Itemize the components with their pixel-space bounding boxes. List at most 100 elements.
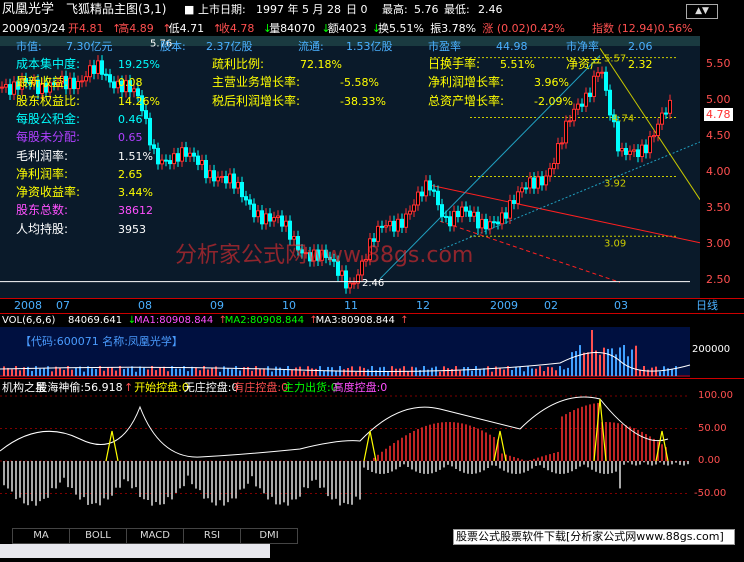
listing-label: 上市日期:: [198, 3, 246, 16]
date-label: 2009: [490, 299, 518, 312]
date-label: 07: [56, 299, 70, 312]
info-value: 2.37亿股: [206, 40, 253, 53]
info-row-key: 每股公积金:: [16, 111, 81, 126]
indicator-svg: [0, 395, 690, 506]
info-row-key: 股东总数:: [16, 203, 69, 218]
ad-banner[interactable]: 股票公式股票软件下载[分析家公式网www.88gs.com]: [453, 529, 735, 545]
date-label: 11: [344, 299, 358, 312]
quote-item: 量84070: [269, 22, 316, 35]
tab-ma[interactable]: MA: [12, 528, 70, 544]
stock-chart-window: 凤凰光学 飞狐精品主图(3,1) ■ 上市日期: 1997 年 5 月 28 日…: [0, 0, 744, 562]
info-mid-value: 72.18%: [300, 58, 342, 71]
low-label: 最低:: [444, 3, 470, 16]
info-row-key: 每股未分配:: [16, 130, 81, 145]
code-label: 【代码:600071 名称:凤凰光学】: [20, 335, 183, 348]
template-name[interactable]: 飞狐精品主图(3,1): [66, 3, 166, 16]
quote-item: 低4.71: [168, 22, 205, 35]
listing-day: 日 0: [346, 3, 368, 16]
volume-title-item: MA3:80908.844: [315, 315, 395, 326]
netasset-value: 2.32: [628, 58, 653, 71]
price-tick: 3.50: [706, 200, 731, 214]
price-tick: 3.00: [706, 236, 731, 250]
indicator-spike-yellow: [493, 430, 507, 462]
indicator-spike-yellow: [105, 430, 119, 462]
indicator-panel[interactable]: 机构之星 股海神偷:56.918 ↑ 开始控盘:0 无庄控盘:0 有庄控盘:0 主力出货:0…: [0, 378, 744, 529]
info-row-value: 0.46: [118, 112, 143, 126]
indicator-tick: 50.00: [698, 422, 727, 434]
info-row-value: 0.08: [118, 76, 143, 90]
info-row-value: 3953: [118, 222, 146, 236]
price-tick: 5.50: [706, 56, 731, 70]
info-value: 44.98: [496, 40, 528, 53]
quote-item: 指数 (12.94)0.56%: [592, 22, 693, 35]
info-mid-key: 主营业务增长率:: [212, 75, 301, 90]
volume-title-item: MA2:80908.844: [224, 315, 305, 326]
indicator-tick: 0.00: [698, 455, 721, 466]
info-row-value: 19.25%: [118, 58, 160, 71]
quote-item: 振3.78%: [430, 22, 477, 35]
netasset-label: 净资产: [566, 57, 603, 71]
info-key: 流通:: [298, 40, 324, 53]
info-row-value: 1.51%: [118, 149, 153, 163]
period-label: 日线: [696, 299, 718, 312]
quote-line: 2009/03/24 开4.81 ↑ 高4.89 ↑ 低4.71 ↑ 收4.78 ↓ 量84070…: [0, 22, 744, 36]
info-key: 股本:: [160, 40, 186, 53]
date-axis: 2008 07 08 09 10 11 12 2009 02 03 日线: [0, 298, 744, 314]
info-row-value: 3.44%: [118, 186, 153, 200]
quote-item: 额4023: [327, 22, 367, 35]
stock-name: 凤凰光学: [2, 2, 55, 17]
info-value: 2.06: [628, 40, 653, 53]
tab-boll[interactable]: BOLL: [69, 528, 127, 544]
indicator-line-white: [0, 396, 669, 458]
quote-item: 涨 (0.02)0.42%: [482, 22, 565, 35]
info-row-key: 最新收益:: [16, 75, 69, 90]
info-row-key: 成本集中度:: [16, 57, 81, 71]
indicator-title-item: 有庄控盘:0: [233, 381, 289, 394]
info-row-key: 人均持股:: [16, 221, 69, 236]
info-key: 市净率: [566, 40, 599, 53]
price-tick: 4.00: [706, 164, 731, 178]
info-key: 市盈率: [428, 40, 461, 53]
info-right-value: -2.09%: [534, 94, 573, 108]
tab-rsi[interactable]: RSI: [183, 528, 241, 544]
zoom-arrows-button[interactable]: ▲▼: [686, 4, 718, 19]
title-bar: 凤凰光学 飞狐精品主图(3,1) ■ 上市日期: 1997 年 5 月 28 日…: [0, 0, 744, 22]
listing-date: 1997 年 5 月 28: [256, 3, 341, 16]
footer-box: [0, 544, 270, 558]
indicator-title-item: 高度控盘:0: [332, 381, 388, 394]
high-value: 5.76: [414, 3, 439, 16]
price-tick: 4.50: [706, 128, 731, 142]
main-price-chart[interactable]: 5.76 2.46 4.74 3.92 3.09 5.57 分析家公式网www.88gs.c…: [0, 36, 700, 298]
date-label: 2008: [14, 299, 42, 312]
info-row-value: 2.65: [118, 167, 143, 181]
info-mid-key: 税后利润增长率:: [212, 93, 301, 108]
info-mid-key: 疏利比例:: [212, 57, 265, 71]
info-mid-value: -38.33%: [340, 94, 386, 108]
price-tick: 5.00: [706, 92, 731, 106]
date-label: 08: [138, 299, 152, 312]
quote-item: 2009/03/24: [2, 22, 66, 35]
low-value: 2.46: [478, 3, 503, 16]
tab-dmi[interactable]: DMI: [240, 528, 298, 544]
date-label: 03: [614, 299, 628, 312]
indicator-title-item: 主力出货:0: [283, 381, 338, 394]
volume-title-item: ↑: [400, 315, 409, 326]
indicator-title-item: 开始控盘:0: [134, 381, 189, 394]
price-axis: 5.50 5.00 4.50 4.00 3.50 3.00 2.50 4.78: [700, 36, 744, 298]
info-row-key: 净利润率:: [16, 166, 69, 181]
info-row-key: 股东权益比:: [16, 93, 81, 108]
date-label: 10: [282, 299, 296, 312]
info-row-key: 毛利润率:: [16, 148, 69, 163]
volume-title-item: 84069.641: [68, 315, 123, 326]
quote-item: 开4.81: [68, 22, 104, 35]
tab-macd[interactable]: MACD: [126, 528, 184, 544]
volume-panel[interactable]: VOL(6,6,6) 84069.641 ↓ MA1:80908.844 ↑ MA2:80…: [0, 313, 744, 377]
volume-title-item: MA1:80908.844: [134, 315, 214, 326]
fundamental-info-overlay: 市值: 7.30亿元 股本: 2.37亿股 流通: 1.53亿股 市盈率 44.98 市净率 2.…: [0, 36, 700, 298]
indicator-tick: 100.00: [698, 390, 733, 401]
high-label: 最高:: [382, 3, 408, 16]
price-tick: 2.50: [706, 272, 731, 286]
current-price-tag: 4.78: [704, 107, 733, 121]
info-row-value: 14.26%: [118, 94, 160, 108]
info-right-value: 3.96%: [534, 76, 569, 90]
